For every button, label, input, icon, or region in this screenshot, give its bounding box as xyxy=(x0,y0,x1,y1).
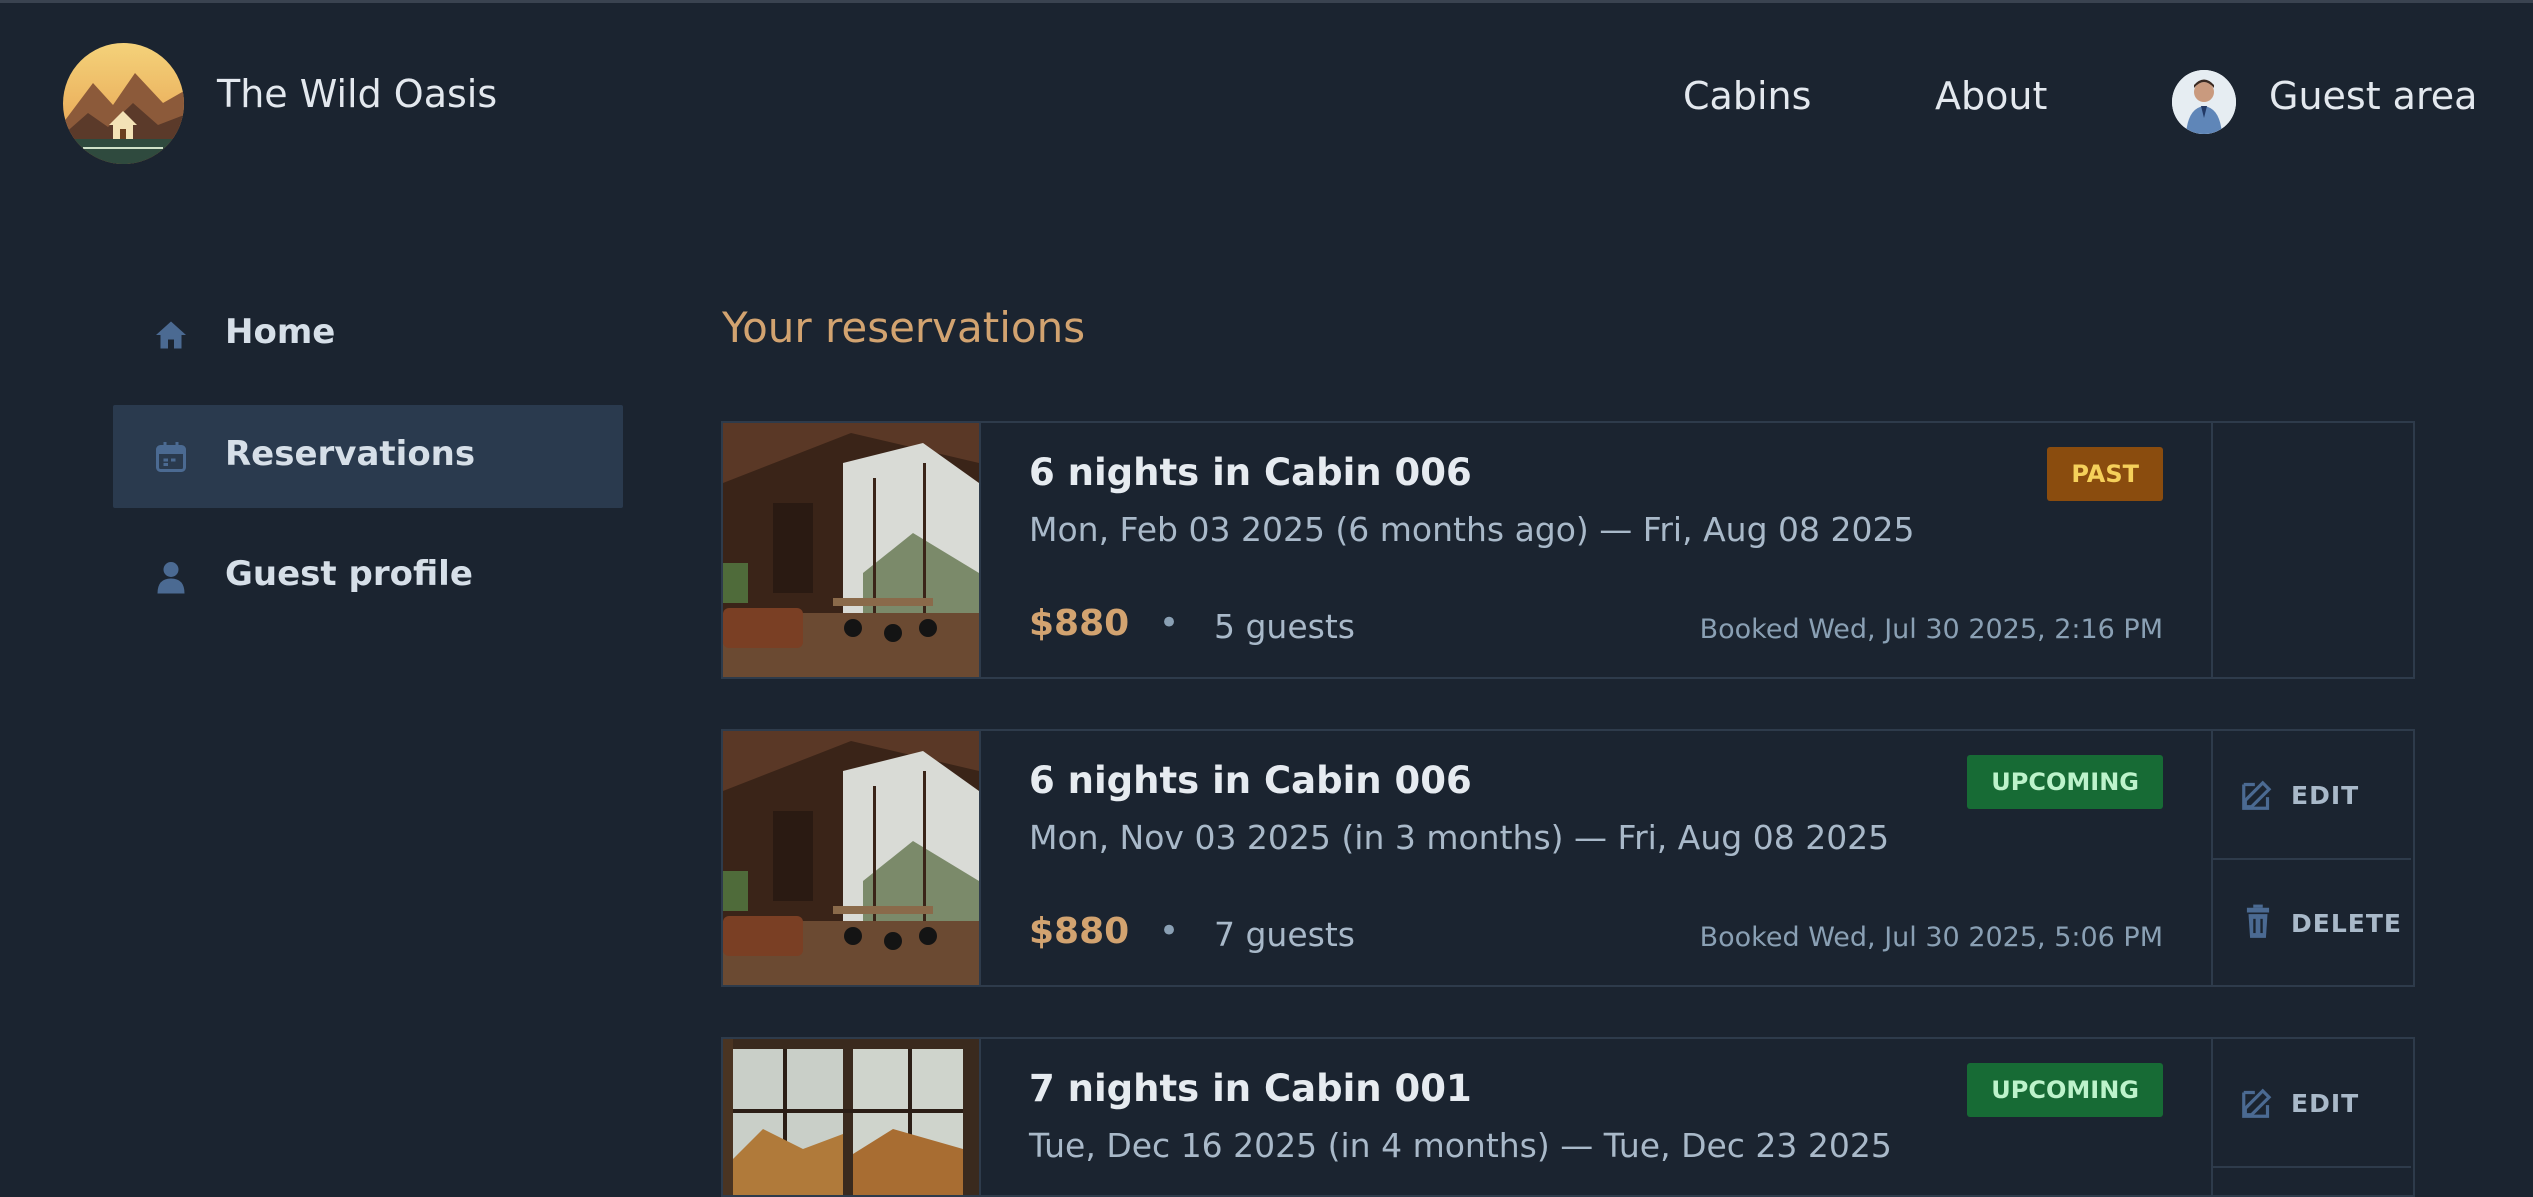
reservation-actions xyxy=(2211,423,2413,677)
top-border xyxy=(0,0,2533,3)
reservation-actions: EDIT DELETE xyxy=(2211,731,2413,985)
edit-button[interactable]: EDIT xyxy=(2213,1039,2411,1168)
reservation-price: $880 xyxy=(1029,603,1130,644)
brand-name[interactable]: The Wild Oasis xyxy=(217,72,497,116)
delete-button[interactable]: DELETE xyxy=(2213,859,2411,986)
cabin-image xyxy=(723,423,981,677)
reservation-card: 6 nights in Cabin 006 Mon, Nov 03 2025 (… xyxy=(721,729,2415,987)
status-badge: PAST xyxy=(2047,447,2163,501)
reservation-title: 7 nights in Cabin 001 xyxy=(1029,1067,1472,1110)
sidebar-item-home[interactable]: Home xyxy=(113,283,623,386)
cabin-image xyxy=(723,1039,981,1195)
edit-button[interactable]: EDIT xyxy=(2213,731,2411,860)
reservation-dates: Mon, Feb 03 2025 (6 months ago) — Fri, A… xyxy=(1029,510,1915,549)
sidebar-item-reservations[interactable]: Reservations xyxy=(113,405,623,508)
trash-icon xyxy=(2239,903,2277,941)
reservation-booked-date: Booked Wed, Jul 30 2025, 2:16 PM xyxy=(1699,614,2163,645)
reservation-card: 7 nights in Cabin 001 Tue, Dec 16 2025 (… xyxy=(721,1037,2415,1197)
cabin-image xyxy=(723,731,981,985)
pencil-icon xyxy=(2239,775,2277,813)
reservation-card: 6 nights in Cabin 006 Mon, Feb 03 2025 (… xyxy=(721,421,2415,679)
reservation-booked-date: Booked Wed, Jul 30 2025, 5:06 PM xyxy=(1699,922,2163,953)
status-badge: UPCOMING xyxy=(1967,755,2163,809)
reservation-title: 6 nights in Cabin 006 xyxy=(1029,451,1472,494)
calendar-icon xyxy=(153,439,189,475)
reservation-guests: 5 guests xyxy=(1214,607,1355,646)
reservation-dates: Tue, Dec 16 2025 (in 4 months) — Tue, De… xyxy=(1029,1126,1892,1165)
nav-cabins[interactable]: Cabins xyxy=(1683,74,1811,118)
sidebar-item-label: Guest profile xyxy=(225,554,473,594)
reservation-title: 6 nights in Cabin 006 xyxy=(1029,759,1472,802)
separator-dot: • xyxy=(1159,911,1180,951)
logo[interactable] xyxy=(63,43,184,164)
user-icon xyxy=(153,559,189,595)
sidebar-item-guest-profile[interactable]: Guest profile xyxy=(113,525,623,628)
nav-guest-area[interactable]: Guest area xyxy=(2269,74,2477,118)
sidebar-item-label: Home xyxy=(225,312,336,352)
delete-label: DELETE xyxy=(2291,909,2402,938)
pencil-icon xyxy=(2239,1083,2277,1121)
reservation-price: $880 xyxy=(1029,911,1130,952)
edit-label: EDIT xyxy=(2291,1089,2360,1118)
reservation-dates: Mon, Nov 03 2025 (in 3 months) — Fri, Au… xyxy=(1029,818,1890,857)
sidebar-item-label: Reservations xyxy=(225,434,476,474)
reservation-guests: 7 guests xyxy=(1214,915,1355,954)
home-icon xyxy=(153,317,189,353)
page-title: Your reservations xyxy=(722,303,1086,352)
status-badge: UPCOMING xyxy=(1967,1063,2163,1117)
separator-dot: • xyxy=(1159,603,1180,643)
avatar[interactable] xyxy=(2172,70,2236,134)
edit-label: EDIT xyxy=(2291,781,2360,810)
reservation-actions: EDIT xyxy=(2211,1039,2413,1195)
nav-about[interactable]: About xyxy=(1935,74,2047,118)
